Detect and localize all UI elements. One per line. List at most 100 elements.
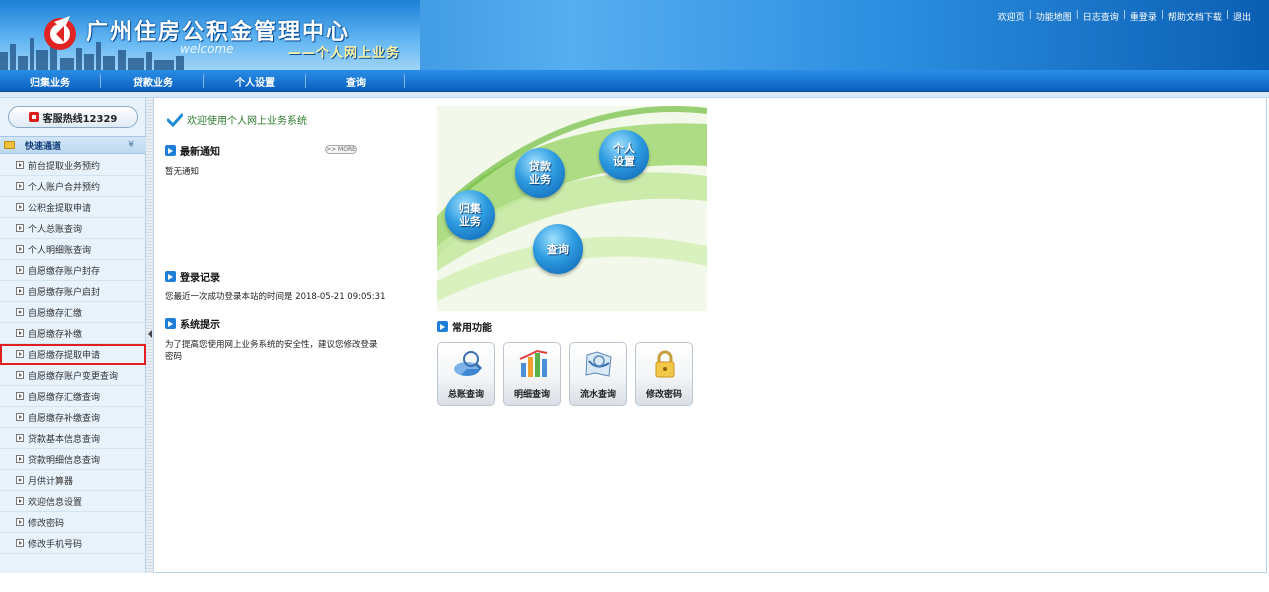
collapse-left-icon[interactable] [148,330,152,338]
nav-separator [404,74,405,88]
sidebar-menu-item-label: 自愿缴存提取申请 [28,350,101,361]
main-content: 欢迎使用个人网上业务系统 最新通知 >> MORE 暂无通知 登录记录 您最近一… [155,98,1267,573]
arrow-box-icon [16,497,24,505]
notice-text: 暂无通知 [165,167,200,177]
detail-chart-icon [519,349,548,377]
sidebar-menu-item-label: 公积金提取申请 [28,203,92,214]
sidebar-menu-item-label: 月供计算器 [28,476,74,487]
notice-section-title: 最新通知 [165,143,220,158]
nav-item-collection[interactable]: 归集业务 [30,74,70,89]
bubble-loan[interactable]: 贷款 业务 [515,148,565,198]
arrow-box-icon [16,203,24,211]
link-separator: | [1075,10,1079,20]
link-function-map[interactable]: 功能地图 [1036,10,1072,23]
sidebar-menu-item[interactable]: 自愿缴存提取申请 [0,344,146,365]
arrow-box-icon [16,413,24,421]
sidebar-menu-item[interactable]: 自愿缴存账户变更查询 [0,365,146,386]
arrow-box-icon [16,329,24,337]
change-password-button[interactable]: 修改密码 [635,342,693,406]
double-chevron-down-icon[interactable]: ¥ [128,140,134,150]
sidebar-menu-item[interactable]: 前台提取业务预约 [0,155,146,176]
sidebar-menu-item-label: 自愿缴存账户变更查询 [28,371,119,382]
nav-item-loan[interactable]: 贷款业务 [133,74,173,89]
hotline-label: 客服热线12329 [42,113,118,125]
link-relogin[interactable]: 重登录 [1130,10,1157,23]
link-separator: | [1160,10,1164,20]
sidebar-menu-item-label: 自愿缴存补缴 [28,329,83,340]
welcome-text: 欢迎使用个人网上业务系统 [187,116,307,127]
sidebar-menu-item-label: 自愿缴存账户封存 [28,266,101,277]
bubble-collection[interactable]: 归集 业务 [445,190,495,240]
link-welcome[interactable]: 欢迎页 [998,10,1025,23]
link-log-query[interactable]: 日志查询 [1083,10,1119,23]
nav-item-query[interactable]: 查询 [346,74,366,89]
change-password-label: 修改密码 [645,390,682,400]
sidebar-menu-item-label: 自愿缴存汇缴 [28,308,83,319]
sidebar-menu-item[interactable]: 自愿缴存账户启封 [0,281,146,302]
sidebar-menu-item[interactable]: 修改手机号码 [0,533,146,554]
sidebar-menu-item[interactable]: 个人明细账查询 [0,239,146,260]
link-help-download[interactable]: 帮助文档下载 [1168,10,1222,23]
sidebar: 客服热线12329 快速通道 ¥ 前台提取业务预约 个人账户合并预约公积金提取申请… [0,98,146,573]
arrow-box-icon [16,539,24,547]
bubble-query[interactable]: 查询 [533,224,583,274]
sidebar-menu-item-label: 个人总账查询 [28,224,83,235]
detail-query-button[interactable]: 明细查询 [503,342,561,406]
welcome-en-text: welcome [180,42,234,56]
sidebar-menu-item[interactable]: 贷款明细信息查询 [0,449,146,470]
functions-title: 常用功能 [452,323,492,334]
arrow-box-icon [16,161,24,169]
section-arrow-icon [165,318,176,329]
arrow-box-icon [16,245,24,253]
link-logout[interactable]: 退出 [1233,10,1251,23]
sidebar-menu-item[interactable]: 个人账户合并预约 [0,176,146,197]
more-button[interactable]: >> MORE [325,145,357,154]
sidebar-menu-item[interactable]: 欢迎信息设置 [0,491,146,512]
lock-icon [655,350,675,378]
sidebar-menu-item[interactable]: 个人总账查询 [0,218,146,239]
sidebar-menu-item[interactable]: 自愿缴存补缴查询 [0,407,146,428]
tips-title: 系统提示 [180,320,220,331]
sidebar-menu-item-label: 贷款基本信息查询 [28,434,101,445]
section-arrow-icon [437,321,448,332]
sidebar-menu-item[interactable]: 修改密码 [0,512,146,533]
bubble-personal-settings[interactable]: 个人 设置 [599,130,649,180]
sidebar-splitter[interactable] [146,98,154,573]
sidebar-menu-item[interactable]: 自愿缴存补缴 [0,323,146,344]
detail-query-label: 明细查询 [513,390,550,400]
sidebar-menu-item-label: 个人明细账查询 [28,245,92,256]
arrow-box-icon [16,224,24,232]
link-separator: | [1028,10,1032,20]
arrow-box-icon [16,476,24,484]
sidebar-menu-item-label: 修改手机号码 [28,539,83,550]
hotline-button[interactable]: 客服热线12329 [8,106,138,128]
checkmark-icon [167,113,183,127]
arrow-box-icon [16,371,24,379]
sidebar-menu-item-label: 自愿缴存补缴查询 [28,413,101,424]
quick-access-menu: 前台提取业务预约 个人账户合并预约 公积金提取申请 个人总账查询 个人明细账查询 自愿缴存… [0,155,146,554]
sidebar-menu-item[interactable]: 自愿缴存汇缴 [0,302,146,323]
sidebar-menu-item[interactable]: 自愿缴存账户封存 [0,260,146,281]
sidebar-menu-item-label: 自愿缴存汇缴查询 [28,392,101,403]
sidebar-menu-item[interactable]: 贷款基本信息查询 [0,428,146,449]
sidebar-menu-item[interactable]: 月供计算器 [0,470,146,491]
arrow-box-icon [16,434,24,442]
link-separator: | [1225,10,1229,20]
arrow-box-icon [16,308,24,316]
arrow-box-icon [16,182,24,190]
nav-separator [100,74,101,88]
ledger-chart-icon [454,351,483,376]
link-separator: | [1122,10,1126,20]
arrow-box-icon [16,392,24,400]
sidebar-menu-item-label: 自愿缴存账户启封 [28,287,101,298]
ledger-query-button[interactable]: 总账查询 [437,342,495,406]
flow-query-button[interactable]: 流水查询 [569,342,627,406]
arrow-box-icon [16,350,24,358]
sidebar-menu-item[interactable]: 自愿缴存汇缴查询 [0,386,146,407]
quick-access-header[interactable]: 快速通道 ¥ [0,136,146,154]
sidebar-menu-item-label: 欢迎信息设置 [28,497,83,508]
sidebar-menu-item[interactable]: 公积金提取申请 [0,197,146,218]
folder-icon [4,141,15,149]
nav-item-personal-settings[interactable]: 个人设置 [235,74,275,89]
flow-query-label: 流水查询 [579,390,616,400]
